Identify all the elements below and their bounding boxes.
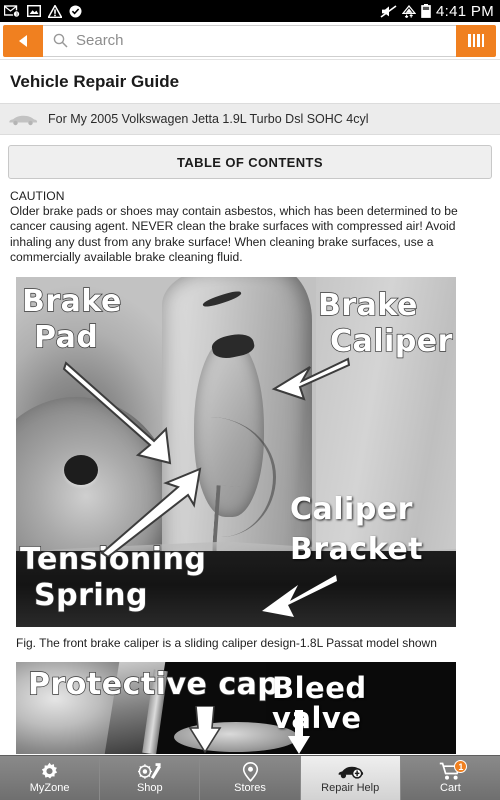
- toc-container: TABLE OF CONTENTS: [0, 135, 500, 187]
- app-screen: 4:41 PM Search Vehicle Repair Guide For …: [0, 0, 500, 800]
- bleed-valve-photo[interactable]: Protective cap Bleed valve: [16, 662, 456, 755]
- arrow-caliper-bracket-icon: [262, 575, 337, 618]
- back-arrow-icon: [19, 34, 27, 47]
- search-field-container[interactable]: Search: [43, 24, 456, 57]
- wifi-icon: [402, 4, 417, 18]
- tab-label-stores: Stores: [234, 782, 266, 794]
- tab-label-cart: Cart: [440, 782, 461, 794]
- search-bar: Search: [0, 22, 500, 60]
- arrow-tensioning-spring-icon: [100, 467, 202, 558]
- tab-shop[interactable]: Shop: [100, 756, 201, 800]
- gear-icon: [40, 762, 59, 781]
- status-bar-clock: 4:41 PM: [436, 2, 494, 20]
- table-of-contents-button[interactable]: TABLE OF CONTENTS: [8, 145, 492, 179]
- auto-parts-icon: [137, 762, 162, 781]
- tab-label-myzone: MyZone: [29, 782, 70, 794]
- tab-myzone[interactable]: MyZone: [0, 756, 101, 800]
- tab-cart[interactable]: 1 Cart: [400, 756, 500, 800]
- barcode-icon: [473, 34, 475, 47]
- barcode-icon: [477, 34, 480, 47]
- figure-1-caption: Fig. The front brake caliper is a slidin…: [16, 636, 437, 651]
- label-protective-cap: Protective cap: [27, 667, 280, 703]
- arrow-bleed-valve-icon: [288, 710, 310, 755]
- page-title: Vehicle Repair Guide: [10, 72, 180, 91]
- status-bar-right-icons: 4:41 PM: [380, 4, 494, 19]
- car-wrench-icon: [337, 762, 364, 781]
- mail-icon: [4, 4, 20, 18]
- cart-badge: 1: [454, 760, 468, 773]
- arrow-brake-pad-icon: [62, 361, 172, 465]
- figure-1-container: Brake Pad Brake Caliper Tensioning Sprin…: [0, 265, 500, 755]
- barcode-icon: [482, 34, 484, 47]
- selected-vehicle-row[interactable]: For My 2005 Volkswagen Jetta 1.9L Turbo …: [0, 103, 500, 135]
- tab-label-repair-help: Repair Help: [321, 782, 380, 794]
- vehicle-description: For My 2005 Volkswagen Jetta 1.9L Turbo …: [48, 112, 369, 126]
- status-bar: 4:41 PM: [0, 0, 500, 22]
- barcode-scan-button[interactable]: [456, 24, 496, 57]
- arrow-brake-caliper-icon: [271, 357, 350, 401]
- battery-icon: [421, 4, 431, 18]
- image-icon: [27, 5, 41, 17]
- mute-icon: [380, 4, 397, 18]
- brake-caliper-photo[interactable]: Brake Pad Brake Caliper Tensioning Sprin…: [16, 277, 456, 628]
- label-brake-pad-line1: Brake: [21, 284, 122, 320]
- label-brake-caliper-line1: Brake: [317, 288, 418, 324]
- car-icon: [9, 115, 38, 125]
- label-caliper-bracket-line2: Bracket: [290, 532, 424, 568]
- tab-repair-help[interactable]: Repair Help: [300, 756, 401, 800]
- label-tensioning-spring-line2: Spring: [33, 578, 148, 614]
- label-brake-caliper-line2: Caliper: [329, 324, 453, 360]
- page-content: Vehicle Repair Guide For My 2005 Volkswa…: [0, 60, 500, 755]
- caution-block: CAUTION Older brake pads or shoes may co…: [0, 187, 500, 265]
- label-caliper-bracket-line1: Caliper: [290, 492, 413, 528]
- tab-stores[interactable]: Stores: [200, 756, 301, 800]
- checkmark-badge-icon: [69, 5, 82, 17]
- warning-icon: [48, 4, 62, 18]
- tab-label-shop: Shop: [136, 782, 163, 794]
- map-pin-icon: [242, 761, 259, 782]
- barcode-icon: [468, 34, 471, 47]
- label-brake-pad-line2: Pad: [33, 320, 99, 356]
- arrow-protective-cap-icon: [188, 706, 222, 754]
- status-bar-left-icons: [4, 4, 82, 18]
- bottom-tab-bar: MyZone Shop Stores Repair Help 1 Cart: [0, 755, 500, 800]
- search-icon: [53, 33, 68, 48]
- caution-text: Older brake pads or shoes may contain as…: [10, 204, 458, 264]
- caution-heading: CAUTION: [10, 189, 65, 203]
- search-input[interactable]: Search: [76, 32, 124, 49]
- back-button[interactable]: [3, 24, 43, 57]
